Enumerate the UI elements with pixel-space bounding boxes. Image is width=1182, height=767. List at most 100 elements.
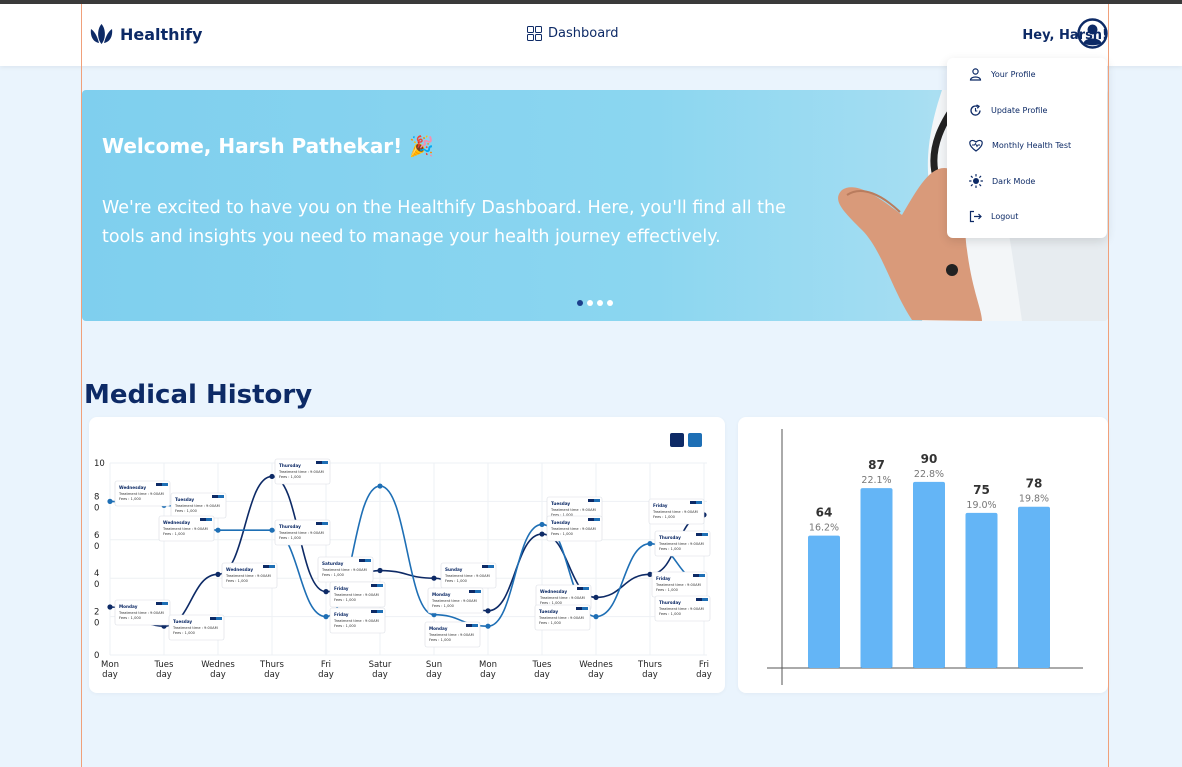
chart-tooltip[interactable]: Saturday Treatment time : 9:00AMFees : 1,…	[317, 556, 374, 583]
tooltip-swatch	[377, 610, 383, 613]
tooltip-swatch	[466, 624, 472, 627]
tooltip-fees: Fees : 1,000	[659, 612, 682, 616]
bar[interactable]	[808, 535, 840, 668]
data-point[interactable]	[377, 483, 383, 489]
menu-item-logout[interactable]: Logout	[969, 206, 1018, 226]
tooltip-swatch	[469, 590, 475, 593]
tooltip-day: Thursday	[279, 463, 301, 468]
chart-tooltip[interactable]: TuesdayTreatment time : 9:00AMFees : 1,0…	[170, 492, 227, 519]
carousel-dot[interactable]	[597, 300, 603, 306]
tooltip-treatment-time: Treatment time : 9:00AM	[225, 574, 271, 578]
data-point[interactable]	[269, 473, 275, 480]
menu-item-dark-mode[interactable]: Dark Mode	[969, 171, 1035, 191]
tooltip-day: Tuesday	[551, 520, 570, 525]
user-icon	[969, 67, 982, 81]
bar[interactable]	[965, 512, 998, 668]
tooltip-swatch	[322, 461, 328, 464]
chart-tooltip[interactable]: Thursday Treatment time : 9:00AMFees : 1,…	[274, 458, 331, 485]
data-point[interactable]	[593, 594, 599, 600]
chart-tooltip[interactable]: Monday Treatment time : 9:00AMFees : 1,00…	[427, 587, 484, 614]
chart-tooltip[interactable]: Friday Treatment time : 9:00AMFees : 1,00…	[329, 581, 386, 608]
chart-tooltip[interactable]: TuesdayTreatment time : 9:00AMFees : 1,0…	[534, 604, 591, 631]
data-point[interactable]	[107, 604, 113, 610]
tooltip-swatch	[693, 574, 699, 577]
chart-tooltip[interactable]: Thursday Treatment time : 9:00AMFees : 1,…	[654, 530, 711, 557]
chart-tooltip[interactable]: Friday Treatment time : 9:00AMFees : 1,00…	[651, 571, 708, 598]
chart-tooltip[interactable]: Friday Treatment time : 9:00AMFees : 1,00…	[648, 498, 705, 525]
data-point[interactable]	[431, 575, 437, 581]
x-tick-label: Wednes day	[201, 660, 235, 680]
tooltip-swatch	[472, 624, 478, 627]
carousel-dots	[577, 300, 613, 306]
tooltip-treatment-time: Treatment time : 9:00AM	[658, 542, 704, 546]
chart-tooltip[interactable]: Sunday Treatment time : 9:00AMFees : 1,00…	[440, 562, 497, 589]
user-avatar-icon[interactable]	[1077, 18, 1108, 49]
menu-item-your-profile[interactable]: Your Profile	[969, 64, 1036, 84]
tooltip-treatment-time: Treatment time : 9:00AM	[550, 527, 596, 531]
bar[interactable]	[913, 481, 945, 668]
tooltip-day: Tuesday	[539, 609, 558, 614]
x-tick-label: Wednes day	[579, 660, 613, 680]
chart-tooltip[interactable]: TuesdayTreatment time : 9:00AMFees : 1,0…	[546, 515, 603, 542]
carousel-dot[interactable]	[607, 300, 613, 306]
chart-tooltip[interactable]: Thursday Treatment time : 9:00AMFees : 1,…	[654, 595, 711, 622]
tooltip-fees: Fees : 1,000	[659, 547, 682, 551]
bar[interactable]	[860, 488, 893, 668]
carousel-dot[interactable]	[587, 300, 593, 306]
chart-tooltip[interactable]: Monday Treatment time : 9:00AMFees : 1,00…	[114, 599, 171, 626]
data-point[interactable]	[269, 527, 275, 533]
y-tick-label: 40	[94, 569, 99, 590]
bar-value-label: 87	[868, 458, 885, 472]
lotus-icon	[90, 24, 113, 44]
menu-item-monthly-health-test[interactable]: Monthly Health Test	[969, 135, 1071, 155]
tooltip-day: Friday	[656, 576, 671, 581]
chart-tooltip[interactable]: Monday Treatment time : 9:00AMFees : 1,00…	[424, 621, 481, 648]
menu-item-label: Monthly Health Test	[992, 140, 1072, 150]
top-navbar: Healthify Dashboard Hey, Harsh!	[0, 4, 1182, 66]
data-point[interactable]	[539, 521, 545, 528]
data-point[interactable]	[323, 589, 329, 595]
data-point[interactable]	[107, 498, 113, 504]
data-point[interactable]	[323, 614, 329, 620]
tooltip-swatch	[269, 565, 275, 568]
chart-tooltip[interactable]: Thursday Treatment time : 9:00AMFees : 1,…	[274, 519, 331, 546]
data-point[interactable]	[377, 567, 383, 574]
tooltip-treatment-time: Treatment time : 9:00AM	[321, 568, 367, 572]
nav-dashboard-link[interactable]: Dashboard	[527, 26, 619, 41]
brand-logo[interactable]: Healthify	[88, 22, 202, 46]
data-point[interactable]	[647, 541, 653, 547]
y-tick-label: 80	[94, 492, 99, 513]
tooltip-fees: Fees : 1,000	[175, 509, 198, 513]
dashboard-grid-icon	[527, 26, 542, 41]
chart-tooltip[interactable]: Wednesday Treatment time : 9:00AMFees : 1…	[158, 515, 215, 542]
legend-swatch[interactable]	[670, 433, 684, 447]
tooltip-fees: Fees : 1,000	[540, 601, 563, 605]
carousel-dot[interactable]	[577, 300, 583, 306]
y-tick-label: 10	[94, 459, 105, 469]
data-point[interactable]	[539, 531, 545, 537]
chart-tooltip[interactable]: TuesdayTreatment time : 9:00AMFees : 1,0…	[168, 614, 225, 641]
data-point[interactable]	[215, 527, 221, 533]
medical-history-line-chart: 108 06 04 02 00Mon dayTues dayWednes dayThurs da…	[94, 433, 712, 680]
bar-percent-label: 19.8%	[1019, 494, 1049, 505]
tooltip-day: Wednesday	[540, 589, 567, 594]
tooltip-swatch	[371, 610, 377, 613]
data-point[interactable]	[215, 571, 221, 577]
data-point[interactable]	[485, 608, 491, 614]
bar[interactable]	[1018, 506, 1050, 668]
x-tick-label: Satur day	[369, 660, 392, 680]
tooltip-treatment-time: Treatment time : 9:00AM	[118, 611, 164, 615]
tooltip-treatment-time: Treatment time : 9:00AM	[431, 599, 477, 603]
tooltip-treatment-time: Treatment time : 9:00AM	[658, 607, 704, 611]
legend-swatch[interactable]	[688, 433, 702, 447]
data-point[interactable]	[485, 623, 491, 629]
chart-tooltip[interactable]: Wednesday Treatment time : 9:00AMFees : 1…	[114, 480, 171, 507]
tooltip-fees: Fees : 1,000	[656, 588, 679, 592]
tooltip-treatment-time: Treatment time : 9:00AM	[118, 492, 164, 496]
data-point[interactable]	[593, 614, 599, 620]
menu-item-update-profile[interactable]: Update Profile	[969, 100, 1047, 120]
tooltip-swatch	[162, 483, 168, 486]
chart-tooltip[interactable]: Wednesday Treatment time : 9:00AMFees : 1…	[221, 562, 278, 589]
chart-tooltip[interactable]: Friday Treatment time : 9:00AMFees : 1,00…	[329, 607, 386, 634]
medical-history-bar-chart-card: 64 16.2% 87 22.1% 90 22.8% 75 19.0% 78 19.8%	[738, 417, 1108, 693]
